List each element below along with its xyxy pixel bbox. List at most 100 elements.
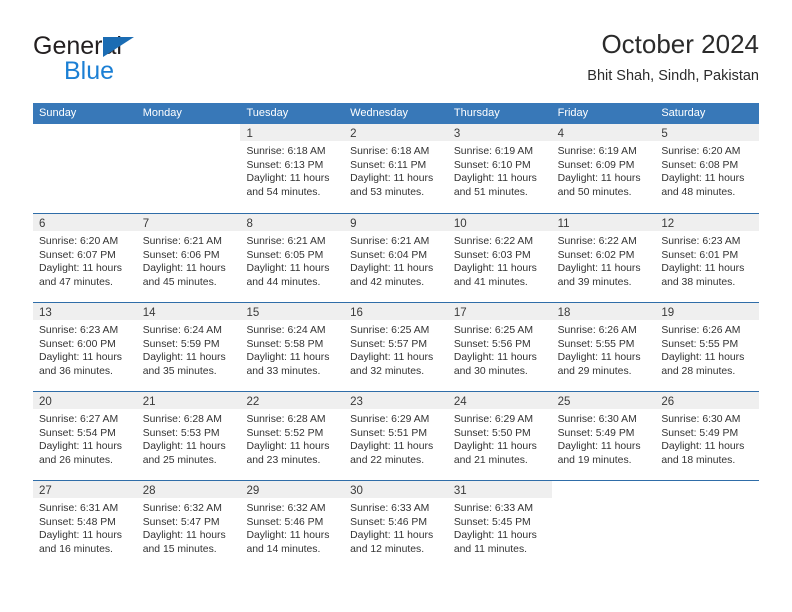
day-detail-line: Daylight: 11 hours <box>350 530 434 542</box>
day-details: Sunrise: 6:19 AM Sunset: 6:10 PM Daylight:… <box>448 141 552 199</box>
calendar-day-cell[interactable]: 5 Sunrise: 6:20 AM Sunset: 6:08 PM Daylight… <box>655 124 760 213</box>
day-detail-line: Daylight: 11 hours <box>246 263 330 275</box>
calendar-day-cell[interactable]: 16 Sunrise: 6:25 AM Sunset: 5:57 PM Dayligh… <box>344 303 448 391</box>
day-detail-line: and 39 minutes. <box>557 276 632 288</box>
calendar-day-cell[interactable]: 27 Sunrise: 6:31 AM Sunset: 5:48 PM Dayligh… <box>33 481 137 569</box>
day-detail-line: Sunset: 5:59 PM <box>142 338 220 350</box>
page-subtitle-location: Bhit Shah, Sindh, Pakistan <box>587 68 759 84</box>
day-number: 21 <box>142 396 156 408</box>
calendar-day-cell[interactable]: 8 Sunrise: 6:21 AM Sunset: 6:05 PM Daylight… <box>240 214 345 302</box>
calendar-day-cell[interactable]: 11 Sunrise: 6:22 AM Sunset: 6:02 PM Dayligh… <box>551 214 656 302</box>
day-number-bar: 24 <box>447 392 552 409</box>
day-detail-line: and 54 minutes. <box>246 186 321 198</box>
calendar-week-row: 20 Sunrise: 6:27 AM Sunset: 5:54 PM Dayligh… <box>33 391 760 480</box>
calendar-grid: Sunday Monday Tuesday Wednesday Thursday Frid… <box>33 103 760 569</box>
calendar-day-cell[interactable]: 30 Sunrise: 6:33 AM Sunset: 5:46 PM Dayligh… <box>344 481 448 569</box>
day-number-bar <box>33 124 137 141</box>
day-detail-line: Sunset: 6:03 PM <box>453 249 531 261</box>
day-details: Sunrise: 6:23 AM Sunset: 6:00 PM Daylight:… <box>33 320 137 378</box>
day-detail-line: Sunset: 5:51 PM <box>350 427 427 439</box>
day-number: 26 <box>661 396 675 408</box>
calendar-day-cell[interactable]: 2 Sunrise: 6:18 AM Sunset: 6:11 PM Daylight… <box>344 124 448 213</box>
day-detail-line: Sunset: 5:55 PM <box>661 338 739 350</box>
day-number-bar: 5 <box>655 124 760 141</box>
day-detail-line: Sunset: 6:05 PM <box>246 249 324 261</box>
calendar-day-cell[interactable]: 25 Sunrise: 6:30 AM Sunset: 5:49 PM Dayligh… <box>551 392 656 480</box>
day-detail-line: and 38 minutes. <box>661 276 736 288</box>
day-details: Sunrise: 6:21 AM Sunset: 6:05 PM Daylight:… <box>240 231 344 289</box>
day-number-bar <box>136 124 241 141</box>
calendar-day-cell[interactable]: 4 Sunrise: 6:19 AM Sunset: 6:09 PM Daylight… <box>551 124 656 213</box>
calendar-day-cell[interactable]: 23 Sunrise: 6:29 AM Sunset: 5:51 PM Dayligh… <box>344 392 448 480</box>
day-details: Sunrise: 6:31 AM Sunset: 5:48 PM Daylight:… <box>33 498 137 556</box>
calendar-day-cell[interactable]: 21 Sunrise: 6:28 AM Sunset: 5:53 PM Dayligh… <box>136 392 241 480</box>
day-detail-line: Sunset: 5:45 PM <box>453 516 531 528</box>
calendar-day-cell[interactable]: 7 Sunrise: 6:21 AM Sunset: 6:06 PM Daylight… <box>136 214 241 302</box>
calendar-page: General Blue October 2024 Bhit Shah, Sin… <box>0 0 792 612</box>
calendar-day-cell[interactable]: 18 Sunrise: 6:26 AM Sunset: 5:55 PM Dayligh… <box>551 303 656 391</box>
day-details: Sunrise: 6:30 AM Sunset: 5:49 PM Daylight:… <box>552 409 656 467</box>
day-details: Sunrise: 6:28 AM Sunset: 5:52 PM Daylight:… <box>240 409 344 467</box>
day-detail-line: Sunset: 6:08 PM <box>661 159 739 171</box>
day-number: 29 <box>246 485 260 497</box>
page-title: October 2024 <box>601 29 759 59</box>
day-detail-line: Daylight: 11 hours <box>557 263 641 275</box>
day-detail-line: Sunset: 5:57 PM <box>350 338 427 350</box>
day-detail-line: Sunrise: 6:22 AM <box>453 236 534 247</box>
day-detail-line: Sunset: 5:47 PM <box>142 516 220 528</box>
calendar-day-cell[interactable]: 19 Sunrise: 6:26 AM Sunset: 5:55 PM Dayligh… <box>655 303 760 391</box>
triangle-icon <box>103 37 134 57</box>
day-details: Sunrise: 6:33 AM Sunset: 5:46 PM Daylight:… <box>344 498 448 556</box>
day-detail-line: and 18 minutes. <box>661 454 736 466</box>
calendar-day-cell[interactable]: 10 Sunrise: 6:22 AM Sunset: 6:03 PM Dayligh… <box>447 214 552 302</box>
calendar-day-cell[interactable]: 1 Sunrise: 6:18 AM Sunset: 6:13 PM Daylight… <box>240 124 345 213</box>
day-detail-line: Daylight: 11 hours <box>246 173 330 185</box>
day-detail-line: Sunrise: 6:25 AM <box>350 325 430 336</box>
day-detail-line: Sunrise: 6:20 AM <box>39 236 119 247</box>
day-detail-line: Sunrise: 6:23 AM <box>39 325 119 336</box>
day-details <box>655 498 759 502</box>
day-details: Sunrise: 6:32 AM Sunset: 5:47 PM Daylight:… <box>137 498 241 556</box>
calendar-day-cell[interactable]: 22 Sunrise: 6:28 AM Sunset: 5:52 PM Dayligh… <box>240 392 345 480</box>
calendar-day-cell[interactable]: 15 Sunrise: 6:24 AM Sunset: 5:58 PM Dayligh… <box>240 303 345 391</box>
day-details: Sunrise: 6:22 AM Sunset: 6:02 PM Daylight:… <box>552 231 656 289</box>
day-number-bar: 17 <box>447 303 552 320</box>
day-details: Sunrise: 6:28 AM Sunset: 5:53 PM Daylight:… <box>137 409 241 467</box>
day-detail-line: Daylight: 11 hours <box>557 352 641 364</box>
calendar-day-cell[interactable]: 6 Sunrise: 6:20 AM Sunset: 6:07 PM Daylight… <box>33 214 137 302</box>
day-number-bar: 7 <box>136 214 241 231</box>
day-detail-line: Sunset: 5:52 PM <box>246 427 324 439</box>
calendar-day-cell[interactable]: 9 Sunrise: 6:21 AM Sunset: 6:04 PM Daylight… <box>344 214 448 302</box>
day-detail-line: Daylight: 11 hours <box>246 530 330 542</box>
calendar-day-cell[interactable]: 28 Sunrise: 6:32 AM Sunset: 5:47 PM Dayligh… <box>136 481 241 569</box>
day-detail-line: Sunrise: 6:26 AM <box>661 325 741 336</box>
day-details: Sunrise: 6:26 AM Sunset: 5:55 PM Daylight:… <box>552 320 656 378</box>
calendar-day-cell[interactable]: 20 Sunrise: 6:27 AM Sunset: 5:54 PM Dayligh… <box>33 392 137 480</box>
calendar-day-cell[interactable]: 24 Sunrise: 6:29 AM Sunset: 5:50 PM Dayligh… <box>447 392 552 480</box>
calendar-day-cell[interactable]: 13 Sunrise: 6:23 AM Sunset: 6:00 PM Dayligh… <box>33 303 137 391</box>
calendar-day-cell[interactable]: 14 Sunrise: 6:24 AM Sunset: 5:59 PM Dayligh… <box>136 303 241 391</box>
day-detail-line: and 22 minutes. <box>350 454 425 466</box>
calendar-day-cell[interactable]: 29 Sunrise: 6:32 AM Sunset: 5:46 PM Dayligh… <box>240 481 345 569</box>
day-detail-line: Daylight: 11 hours <box>39 530 122 542</box>
day-number-bar: 16 <box>344 303 448 320</box>
day-detail-line: Sunset: 5:54 PM <box>39 427 116 439</box>
day-detail-line: Daylight: 11 hours <box>453 173 537 185</box>
day-number-bar: 22 <box>240 392 345 409</box>
day-detail-line: Sunset: 5:50 PM <box>453 427 531 439</box>
day-number: 5 <box>661 128 668 140</box>
day-detail-line: Daylight: 11 hours <box>453 530 537 542</box>
calendar-day-cell[interactable]: 26 Sunrise: 6:30 AM Sunset: 5:49 PM Dayligh… <box>655 392 760 480</box>
day-number: 10 <box>453 218 467 230</box>
day-detail-line: and 47 minutes. <box>39 276 113 288</box>
generalblue-logo[interactable]: General Blue <box>33 34 273 90</box>
day-detail-line: Sunset: 5:56 PM <box>453 338 531 350</box>
calendar-day-cell[interactable]: 31 Sunrise: 6:33 AM Sunset: 5:45 PM Dayligh… <box>447 481 552 569</box>
day-detail-line: Sunset: 5:46 PM <box>246 516 324 528</box>
day-detail-line: Sunset: 6:06 PM <box>142 249 220 261</box>
calendar-day-cell[interactable]: 12 Sunrise: 6:23 AM Sunset: 6:01 PM Dayligh… <box>655 214 760 302</box>
calendar-day-cell[interactable]: 3 Sunrise: 6:19 AM Sunset: 6:10 PM Daylight… <box>447 124 552 213</box>
day-number-bar: 11 <box>551 214 656 231</box>
calendar-day-cell[interactable]: 17 Sunrise: 6:25 AM Sunset: 5:56 PM Dayligh… <box>447 303 552 391</box>
calendar-week-row: 1 Sunrise: 6:18 AM Sunset: 6:13 PM Daylight… <box>33 124 760 213</box>
